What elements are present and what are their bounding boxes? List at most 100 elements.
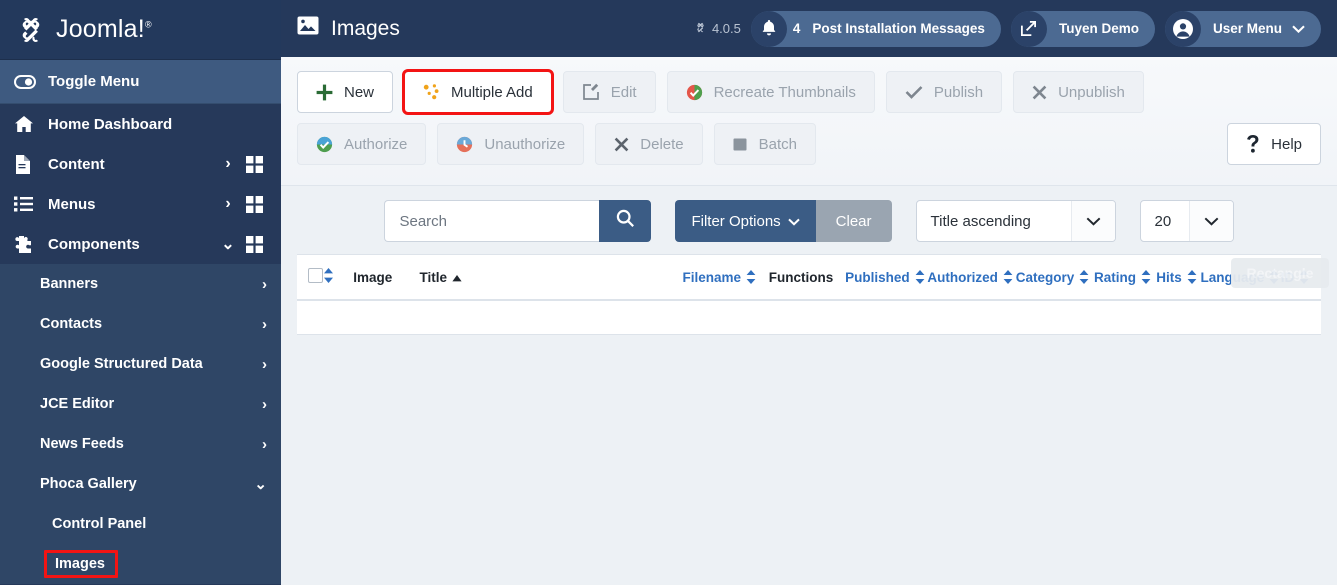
list-limit-select[interactable]: 20	[1139, 200, 1234, 242]
joomla-logo-icon	[14, 13, 48, 47]
authorize-button[interactable]: Authorize	[297, 123, 427, 165]
sidebar-item-menus[interactable]: Menus ›	[0, 184, 281, 224]
site-link-button[interactable]: Tuyen Demo	[1010, 10, 1155, 47]
images-table-wrapper: Image Title Filename Functions Published…	[297, 254, 1321, 335]
chevron-right-icon: ›	[262, 315, 267, 333]
sidebar-item-label: Content	[48, 155, 105, 173]
column-image: Image	[353, 254, 420, 301]
chevron-down-icon[interactable]: ⌄	[215, 234, 241, 254]
unpublish-button[interactable]: Unpublish	[1013, 71, 1144, 113]
new-button[interactable]: New	[297, 71, 394, 113]
user-menu-button[interactable]: User Menu	[1164, 10, 1321, 47]
sidebar-item-components[interactable]: Components ⌄	[0, 224, 281, 264]
sort-updown-icon	[746, 270, 756, 284]
version-text: 4.0.5	[711, 21, 741, 36]
column-hits[interactable]: Hits	[1156, 254, 1201, 301]
select-all-checkbox[interactable]	[308, 268, 323, 283]
grid-icon[interactable]	[241, 195, 267, 213]
column-label: Rating	[1094, 269, 1137, 285]
sidebar-subitem-google-structured-data[interactable]: Google Structured Data ›	[0, 344, 281, 384]
document-icon	[14, 154, 40, 174]
search-button[interactable]	[599, 200, 652, 242]
sidebar-subitem-news-feeds[interactable]: News Feeds ›	[0, 424, 281, 464]
sidebar-subitem-images[interactable]: Images	[0, 544, 281, 584]
batch-button[interactable]: Batch	[713, 123, 816, 165]
sort-updown-icon	[1141, 270, 1151, 284]
chevron-down-icon	[787, 213, 800, 230]
edit-button[interactable]: Edit	[562, 71, 656, 113]
multiple-add-button[interactable]: Multiple Add	[402, 69, 554, 115]
edit-button-label: Edit	[610, 83, 637, 101]
delete-button[interactable]: Delete	[595, 123, 703, 165]
list-icon	[14, 196, 40, 212]
multiple-add-icon	[423, 84, 440, 100]
chevron-down-icon: ⌄	[254, 476, 267, 493]
sidebar-subitem-control-panel[interactable]: Control Panel	[0, 504, 281, 544]
bell-icon	[750, 10, 787, 47]
sidebar-toggle-menu[interactable]: Toggle Menu	[0, 60, 281, 104]
unauthorize-button-label: Unauthorize	[484, 135, 566, 153]
column-label: Image	[353, 269, 393, 285]
clear-label: Clear	[835, 212, 872, 230]
sort-updown-icon	[1079, 270, 1089, 284]
unpublish-button-label: Unpublish	[1058, 83, 1125, 101]
sidebar-subitem-label: Control Panel	[52, 516, 147, 532]
table-header-row: Image Title Filename Functions Published…	[297, 254, 1321, 301]
publish-button[interactable]: Publish	[885, 71, 1003, 113]
column-select-all[interactable]	[297, 254, 324, 301]
plus-icon	[316, 84, 333, 101]
list-limit-value: 20	[1154, 212, 1172, 230]
brand-header[interactable]: Joomla!®	[0, 0, 281, 60]
column-filename[interactable]: Filename	[682, 254, 769, 301]
top-header-bar: Images 4.0.5 4 Post Installation Message…	[281, 0, 1337, 57]
sidebar-toggle-label: Toggle Menu	[48, 73, 140, 90]
clear-filters-button[interactable]: Clear	[815, 200, 892, 242]
recreate-thumbnails-button[interactable]: Recreate Thumbnails	[666, 71, 875, 113]
main-content: Images 4.0.5 4 Post Installation Message…	[281, 0, 1337, 585]
column-label: Authorized	[927, 269, 998, 285]
sidebar-subitem-banners[interactable]: Banners ›	[0, 264, 281, 304]
sidebar-subitem-phoca-gallery[interactable]: Phoca Gallery ⌄	[0, 464, 281, 504]
column-rating[interactable]: Rating	[1094, 254, 1157, 301]
help-button[interactable]: Help	[1227, 123, 1321, 165]
sidebar-item-label: Components	[48, 235, 140, 253]
sort-select[interactable]: Title ascending	[915, 200, 1116, 242]
sidebar-subitem-jce-editor[interactable]: JCE Editor ›	[0, 384, 281, 424]
chevron-right-icon[interactable]: ›	[215, 155, 241, 173]
new-button-label: New	[344, 83, 375, 101]
help-wrapper: Help	[1227, 123, 1321, 165]
x-icon	[614, 137, 629, 152]
page-title: Images	[297, 16, 400, 41]
column-published[interactable]: Published	[845, 254, 928, 301]
column-label: Published	[845, 269, 910, 285]
column-label: Filename	[682, 269, 741, 285]
post-installation-messages-button[interactable]: 4 Post Installation Messages	[750, 10, 1001, 47]
sidebar-item-label: Menus	[48, 195, 96, 213]
sidebar-item-content[interactable]: Content ›	[0, 144, 281, 184]
messages-count: 4	[792, 21, 801, 36]
chevron-down-icon	[1292, 22, 1305, 36]
column-title[interactable]: Title	[419, 254, 683, 301]
joomla-admin-page: Joomla!® Toggle Menu Home Dashboard Cont…	[0, 0, 1337, 585]
grid-icon[interactable]	[241, 235, 267, 253]
sidebar-subitem-contacts[interactable]: Contacts ›	[0, 304, 281, 344]
toggle-icon	[14, 74, 40, 89]
unauthorize-button[interactable]: Unauthorize	[437, 123, 585, 165]
sidebar-item-home-dashboard[interactable]: Home Dashboard	[0, 104, 281, 144]
chevron-right-icon: ›	[262, 355, 267, 373]
chevron-right-icon: ›	[262, 435, 267, 453]
column-label: Functions	[768, 269, 834, 285]
publish-button-label: Publish	[933, 83, 984, 101]
batch-square-icon	[733, 137, 748, 152]
column-category[interactable]: Category	[1015, 254, 1095, 301]
column-authorized[interactable]: Authorized	[927, 254, 1016, 301]
filter-options-button[interactable]: Filter Options	[675, 200, 816, 242]
sidebar-subitem-label: JCE Editor	[40, 396, 115, 412]
grid-icon[interactable]	[241, 155, 267, 173]
column-ordering[interactable]	[323, 254, 354, 301]
chevron-right-icon[interactable]: ›	[215, 195, 241, 213]
search-input[interactable]	[384, 200, 600, 242]
recreate-thumbnails-button-label: Recreate Thumbnails	[713, 83, 856, 101]
recreate-thumbnails-icon	[686, 84, 703, 101]
table-row-empty	[297, 300, 1321, 335]
